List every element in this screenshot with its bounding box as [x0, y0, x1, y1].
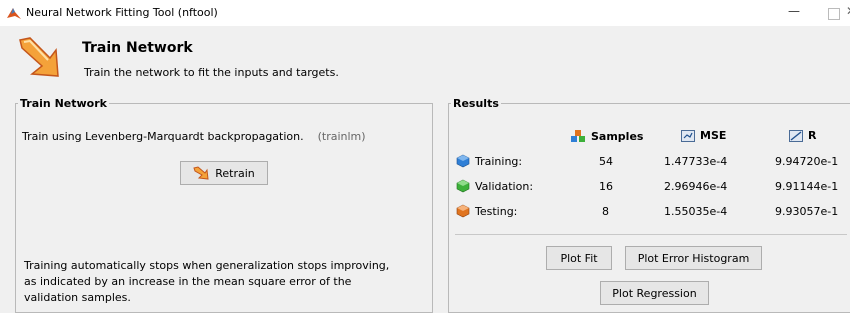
retrain-button[interactable]: Retrain — [180, 161, 268, 185]
validation-cube-icon — [456, 179, 470, 193]
step-header: Train Network Train the network to fit t… — [4, 26, 846, 90]
testing-row-label: Testing: — [456, 204, 517, 218]
validation-r-value: 9.91144e-1 — [775, 180, 839, 193]
training-stop-note: Training automatically stops when genera… — [24, 259, 390, 304]
retrain-icon — [193, 166, 209, 180]
testing-cube-icon — [456, 204, 470, 218]
results-divider — [455, 234, 847, 235]
plot-regression-button[interactable]: Plot Regression — [600, 281, 709, 305]
testing-samples-value: 8 — [602, 205, 609, 218]
mse-icon — [681, 129, 695, 142]
testing-label: Testing: — [475, 204, 518, 218]
regression-icon — [789, 129, 803, 142]
validation-label: Validation: — [475, 179, 534, 193]
matlab-logo-icon — [7, 8, 21, 19]
page-subtitle: Train the network to fit the inputs and … — [84, 66, 339, 79]
mse-column-header: MSE — [681, 129, 726, 142]
training-r-value: 9.94720e-1 — [775, 155, 839, 168]
validation-samples-value: 16 — [599, 180, 613, 193]
retrain-label: Retrain — [215, 166, 255, 180]
validation-mse-value: 2.96946e-4 — [664, 180, 728, 193]
samples-column-header: Samples — [570, 129, 643, 143]
results-panel: Results Samples MSE R Training: 54 1.477… — [448, 97, 850, 313]
r-header-label: R — [808, 129, 817, 142]
window-title: Neural Network Fitting Tool (nftool) — [26, 6, 218, 19]
mse-header-label: MSE — [700, 129, 727, 142]
plot-error-histogram-button[interactable]: Plot Error Histogram — [625, 246, 762, 270]
training-function-name: (trainlm) — [317, 130, 366, 143]
testing-mse-value: 1.55035e-4 — [664, 205, 728, 218]
samples-icon — [571, 130, 585, 142]
validation-row-label: Validation: — [456, 179, 533, 193]
plot-fit-button[interactable]: Plot Fit — [546, 246, 612, 270]
training-label: Training: — [475, 154, 523, 168]
minimize-icon[interactable]: — — [788, 4, 800, 18]
training-row-label: Training: — [456, 154, 522, 168]
training-cube-icon — [456, 154, 470, 168]
training-mse-value: 1.47733e-4 — [664, 155, 728, 168]
train-network-legend: Train Network — [20, 97, 107, 110]
training-algorithm-description: Train using Levenberg-Marquardt backprop… — [22, 130, 304, 143]
training-algorithm-text: Train using Levenberg-Marquardt backprop… — [22, 130, 366, 143]
close-icon[interactable]: ✕ — [846, 4, 850, 18]
r-column-header: R — [789, 129, 816, 142]
page-title: Train Network — [82, 40, 193, 56]
maximize-icon[interactable] — [828, 8, 840, 20]
samples-header-label: Samples — [591, 129, 644, 143]
results-legend: Results — [453, 97, 499, 110]
train-network-panel: Train Network Train using Levenberg-Marq… — [15, 97, 433, 313]
testing-r-value: 9.93057e-1 — [775, 205, 839, 218]
training-samples-value: 54 — [599, 155, 613, 168]
arrow-icon — [19, 37, 59, 77]
window-titlebar: Neural Network Fitting Tool (nftool) — ✕ — [0, 0, 850, 26]
